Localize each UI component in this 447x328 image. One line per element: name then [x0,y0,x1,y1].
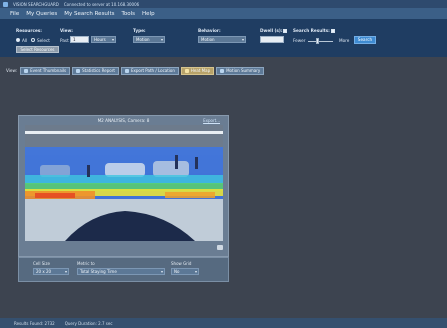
ceiling [25,125,223,147]
person-silhouette [87,165,90,177]
event-thumbnails-button[interactable]: Event Thumbnails [20,66,71,75]
heat-map-icon [184,68,189,73]
type-select-value: Motion [136,37,150,42]
report-icon [76,68,81,73]
dwell-label: Dwell (s): [260,28,283,33]
expand-icon[interactable] [217,245,223,250]
past-label: Past [60,37,69,43]
heat-map-button[interactable]: Heat Map [180,66,215,75]
chevron-down-icon: ▾ [160,37,163,42]
period-select-value: Hours [94,37,106,42]
results-found: Results Found: 2732 [14,320,55,326]
motion-summary-label: Motion Summary [226,68,261,73]
heat-map-label: Heat Map [190,68,211,73]
connection-status: Connected to server at 10.168.30006 [63,1,140,7]
more-label: More [339,37,350,43]
metric-select[interactable]: Total Staying Time ▾ [77,268,165,275]
path-icon [124,68,129,73]
chevron-down-icon: ▾ [241,37,244,42]
heat-hottest-zone [35,193,75,198]
select-resources-button[interactable]: Select Resources [16,46,59,53]
app-title: VISION SEARCHGUARD [13,1,59,7]
panel-title: M2 ANALYSIS, Camera: 8 [97,118,150,123]
heat-map-svg [25,125,223,241]
behavior-label: Behavior: [198,28,221,33]
search-results-checkbox[interactable] [331,28,335,33]
heat-map-controls: Cell Size 20 x 20 ▾ Metric to Total Stay… [18,257,229,282]
parked-car [153,161,189,177]
statistics-report-label: Statistics Report [82,68,115,73]
ceiling-light [25,131,223,134]
search-results-label: Search Results: [293,28,330,33]
chevron-down-icon: ▾ [64,269,67,274]
export-link[interactable]: Export... [203,118,220,123]
view-range-label: View: [60,28,73,33]
query-duration: Query Duration: 2.7 sec [64,320,113,326]
app-icon [3,1,8,7]
chevron-down-icon: ▾ [160,269,163,274]
dwell-checkbox[interactable] [283,28,287,33]
menu-help[interactable]: Help [142,11,155,17]
view-bar: View: Event Thumbnails Statistics Report… [0,66,447,75]
menu-my-search-results[interactable]: My Search Results [64,11,114,17]
heat-cool-band [25,175,223,184]
past-value-input[interactable]: 1 [70,36,89,43]
person-silhouette [195,157,198,169]
title-bar: VISION SEARCHGUARD Connected to server a… [0,0,447,8]
event-thumbnails-label: Event Thumbnails [30,68,67,73]
results-slider-track[interactable] [308,40,333,42]
thumbnails-icon [24,68,29,73]
dwell-input[interactable] [260,36,284,43]
behavior-select-value: Motion [201,37,215,42]
fewer-label: Fewer [293,37,306,43]
chevron-down-icon: ▾ [111,37,114,42]
type-select[interactable]: Motion ▾ [133,36,165,43]
heat-map-panel: M2 ANALYSIS, Camera: 8 Export... [18,115,229,257]
type-label: Type: [133,28,146,33]
summary-icon [220,68,225,73]
cell-size-label: Cell Size [33,261,50,266]
heat-map-image [25,125,223,241]
period-select[interactable]: Hours ▾ [91,36,116,43]
export-path-button[interactable]: Export Path / Location [120,66,179,75]
parked-car [105,163,145,177]
show-grid-select[interactable]: No ▾ [171,268,199,275]
behavior-select[interactable]: Motion ▾ [198,36,246,43]
chevron-down-icon: ▾ [194,269,197,274]
statistics-report-button[interactable]: Statistics Report [72,66,119,75]
status-bar: Results Found: 2732 Query Duration: 2.7 … [0,318,447,328]
menu-tools[interactable]: Tools [121,11,135,17]
select-label: Select [37,37,50,43]
metric-label: Metric to [77,261,95,266]
menu-bar: File My Queries My Search Results Tools … [0,8,447,19]
motion-summary-button[interactable]: Motion Summary [216,66,265,75]
heat-hot-zone [165,192,215,198]
view-bar-label: View: [6,68,18,73]
select-radio[interactable] [31,38,35,42]
all-label: All [22,37,28,43]
show-grid-value: No [174,269,180,274]
cell-size-value: 20 x 20 [36,269,52,274]
menu-file[interactable]: File [10,11,19,17]
export-path-label: Export Path / Location [130,68,175,73]
search-toolbar: Resources: All Select Select Resources V… [0,19,447,57]
show-grid-label: Show Grid [171,261,192,266]
results-slider-thumb[interactable] [316,38,319,44]
all-radio[interactable] [16,38,20,42]
person-silhouette [175,155,178,169]
menu-my-queries[interactable]: My Queries [26,11,57,17]
resources-label: Resources: [16,28,42,33]
search-button[interactable]: Search [354,35,376,44]
metric-value: Total Staying Time [80,269,117,274]
cell-size-select[interactable]: 20 x 20 ▾ [33,268,69,275]
